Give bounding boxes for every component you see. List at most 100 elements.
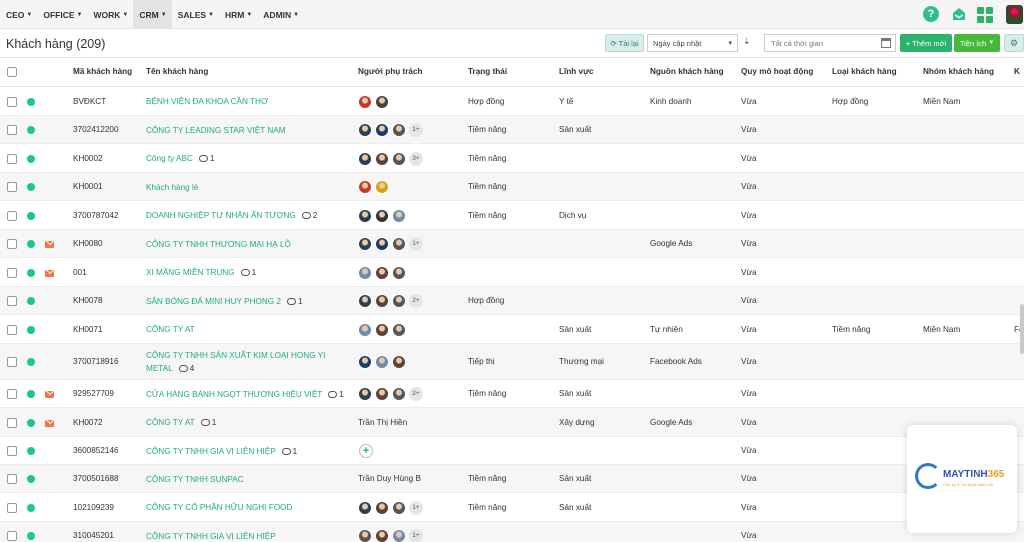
- avatar[interactable]: [375, 123, 389, 137]
- avatar[interactable]: [375, 180, 389, 194]
- avatar[interactable]: [392, 355, 406, 369]
- comment-count[interactable]: 2: [301, 211, 317, 220]
- add-new-button[interactable]: + Thêm mới: [900, 34, 952, 52]
- avatar[interactable]: [358, 208, 372, 223]
- mail-icon[interactable]: [45, 391, 54, 398]
- col-status[interactable]: Trạng thái: [468, 67, 507, 76]
- comment-count[interactable]: 1: [281, 447, 297, 456]
- avatar[interactable]: [375, 387, 389, 401]
- table-row[interactable]: KH0071 CÔNG TY AT Sản xuất Tự nhiên Vừa Tiềm …: [0, 315, 1024, 344]
- table-row[interactable]: 3700718916 CÔNG TY TNHH SẢN XUẤT KIM LOẠI…: [0, 344, 1024, 380]
- avatar[interactable]: [358, 123, 372, 137]
- customer-name-link[interactable]: SÂN BÓNG ĐÁ MINI HUY PHONG 2 1: [146, 295, 303, 308]
- avatar[interactable]: [375, 151, 389, 166]
- customer-name-link[interactable]: CÔNG TY AT 1: [146, 416, 216, 429]
- more-owners-badge[interactable]: 1+: [409, 237, 423, 251]
- row-checkbox[interactable]: [7, 96, 17, 107]
- avatar[interactable]: [375, 322, 389, 337]
- row-checkbox[interactable]: [7, 531, 17, 541]
- table-row[interactable]: 3700501688 CÔNG TY TNHH SUNPAC Trần Duy Hù…: [0, 465, 1024, 493]
- avatar[interactable]: [358, 265, 372, 280]
- avatar[interactable]: [358, 322, 372, 337]
- row-checkbox[interactable]: [7, 417, 17, 428]
- col-code[interactable]: Mã khách hàng: [73, 67, 132, 76]
- avatar[interactable]: [375, 529, 389, 542]
- table-row[interactable]: 3600852146 CÔNG TY TNHH GIA VỊ LIÊN HIỆP 1…: [0, 437, 1024, 465]
- row-checkbox[interactable]: [7, 239, 17, 249]
- sort-direction-icon[interactable]: ⇣: [743, 36, 751, 47]
- avatar[interactable]: [392, 529, 406, 542]
- row-checkbox[interactable]: [7, 502, 17, 513]
- customer-name-link[interactable]: CÔNG TY TNHH GIA VỊ LIÊN HIỆP 1: [146, 445, 297, 458]
- menu-crm[interactable]: CRM ▼: [133, 0, 172, 29]
- customer-name-link[interactable]: CÔNG TY TNHH SUNPAC: [146, 473, 244, 486]
- avatar[interactable]: [392, 322, 406, 337]
- avatar[interactable]: [392, 208, 406, 223]
- help-icon[interactable]: ?: [923, 6, 939, 22]
- table-row[interactable]: BVĐKCT BỆNH VIỆN ĐA KHOA CẦN THƠ Hợp đồng Y…: [0, 87, 1024, 116]
- row-checkbox[interactable]: [7, 182, 17, 192]
- avatar[interactable]: [358, 94, 372, 109]
- avatar[interactable]: [375, 355, 389, 369]
- avatar[interactable]: [358, 151, 372, 166]
- menu-sales[interactable]: SALES ▼: [172, 0, 219, 29]
- table-row[interactable]: 929527709 CỬA HÀNG BÁNH NGỌT THƯƠNG HIỆU …: [0, 380, 1024, 408]
- more-owners-badge[interactable]: 2+: [409, 387, 423, 401]
- avatar[interactable]: [392, 265, 406, 280]
- avatar[interactable]: [392, 237, 406, 251]
- avatar[interactable]: [358, 355, 372, 369]
- more-owners-badge[interactable]: 3+: [409, 151, 423, 166]
- customer-name-link[interactable]: CÔNG TY TNHH THƯƠNG MẠI HẠ LỘ: [146, 238, 291, 251]
- avatar[interactable]: [375, 94, 389, 109]
- avatar[interactable]: [392, 123, 406, 137]
- comment-count[interactable]: 4: [178, 364, 194, 373]
- avatar[interactable]: [358, 529, 372, 542]
- menu-hrm[interactable]: HRM ▼: [219, 0, 257, 29]
- comment-count[interactable]: 1: [198, 154, 214, 163]
- avatar[interactable]: [375, 294, 389, 308]
- row-checkbox[interactable]: [7, 446, 17, 456]
- customer-name-link[interactable]: XI MĂNG MIỀN TRUNG 1: [146, 266, 256, 279]
- customer-name-link[interactable]: Khách hàng lẻ: [146, 181, 198, 194]
- customer-name-link[interactable]: DOANH NGHIỆP TƯ NHÂN ẤN TƯỢNG 2: [146, 209, 317, 222]
- user-avatar[interactable]: [1006, 5, 1023, 24]
- table-row[interactable]: KH0002 Công ty ABC 1 3+ Tiềm năng Vừa: [0, 144, 1024, 173]
- avatar[interactable]: [392, 500, 406, 515]
- avatar[interactable]: [375, 500, 389, 515]
- row-checkbox[interactable]: [7, 210, 17, 221]
- col-group[interactable]: Nhóm khách hàng: [923, 67, 994, 76]
- avatar[interactable]: [375, 237, 389, 251]
- sort-select[interactable]: Ngày cập nhật ▾: [647, 34, 738, 52]
- row-checkbox[interactable]: [7, 296, 17, 306]
- row-checkbox[interactable]: [7, 389, 17, 399]
- customer-name-link[interactable]: CÔNG TY LEADING STAR VIỆT NAM: [146, 124, 286, 137]
- row-checkbox[interactable]: [7, 357, 17, 367]
- row-checkbox[interactable]: [7, 153, 17, 164]
- table-row[interactable]: KH0001 Khách hàng lẻ Tiềm năng Vừa: [0, 173, 1024, 201]
- menu-admin[interactable]: ADMIN ▼: [257, 0, 304, 29]
- col-name[interactable]: Tên khách hàng: [146, 67, 208, 76]
- more-owners-badge[interactable]: 1+: [409, 123, 423, 137]
- more-owners-badge[interactable]: 2+: [409, 294, 423, 308]
- comment-count[interactable]: 1: [328, 390, 344, 399]
- menu-office[interactable]: OFFICE ▼: [37, 0, 87, 29]
- col-field[interactable]: Lĩnh vực: [559, 67, 594, 76]
- col-owner[interactable]: Người phụ trách: [358, 67, 423, 76]
- more-owners-badge[interactable]: 1+: [409, 500, 423, 515]
- col-extra[interactable]: K: [1014, 67, 1020, 76]
- mail-icon[interactable]: [45, 241, 54, 248]
- utilities-dropdown-button[interactable]: Tiện ích ▼: [954, 34, 1000, 52]
- avatar[interactable]: [392, 151, 406, 166]
- table-row[interactable]: KH0080 CÔNG TY TNHH THƯƠNG MẠI HẠ LỘ 1+ Goo…: [0, 230, 1024, 258]
- customer-name-link[interactable]: CỬA HÀNG BÁNH NGỌT THƯƠNG HIỆU VIỆT 1: [146, 388, 344, 401]
- row-checkbox[interactable]: [7, 324, 17, 335]
- col-type[interactable]: Loại khách hàng: [832, 67, 897, 76]
- table-row[interactable]: 102109239 CÔNG TY CỔ PHẦN HỮU NGHỊ FOOD 1+…: [0, 493, 1024, 522]
- avatar[interactable]: [392, 294, 406, 308]
- customer-name-link[interactable]: CÔNG TY TNHH SẢN XUẤT KIM LOẠI HONG YI ME…: [146, 349, 325, 375]
- comment-count[interactable]: 1: [240, 268, 256, 277]
- menu-ceo[interactable]: CEO ▼: [0, 0, 37, 29]
- avatar[interactable]: [358, 294, 372, 308]
- mail-icon[interactable]: [951, 6, 967, 22]
- more-owners-badge[interactable]: 1+: [409, 529, 423, 542]
